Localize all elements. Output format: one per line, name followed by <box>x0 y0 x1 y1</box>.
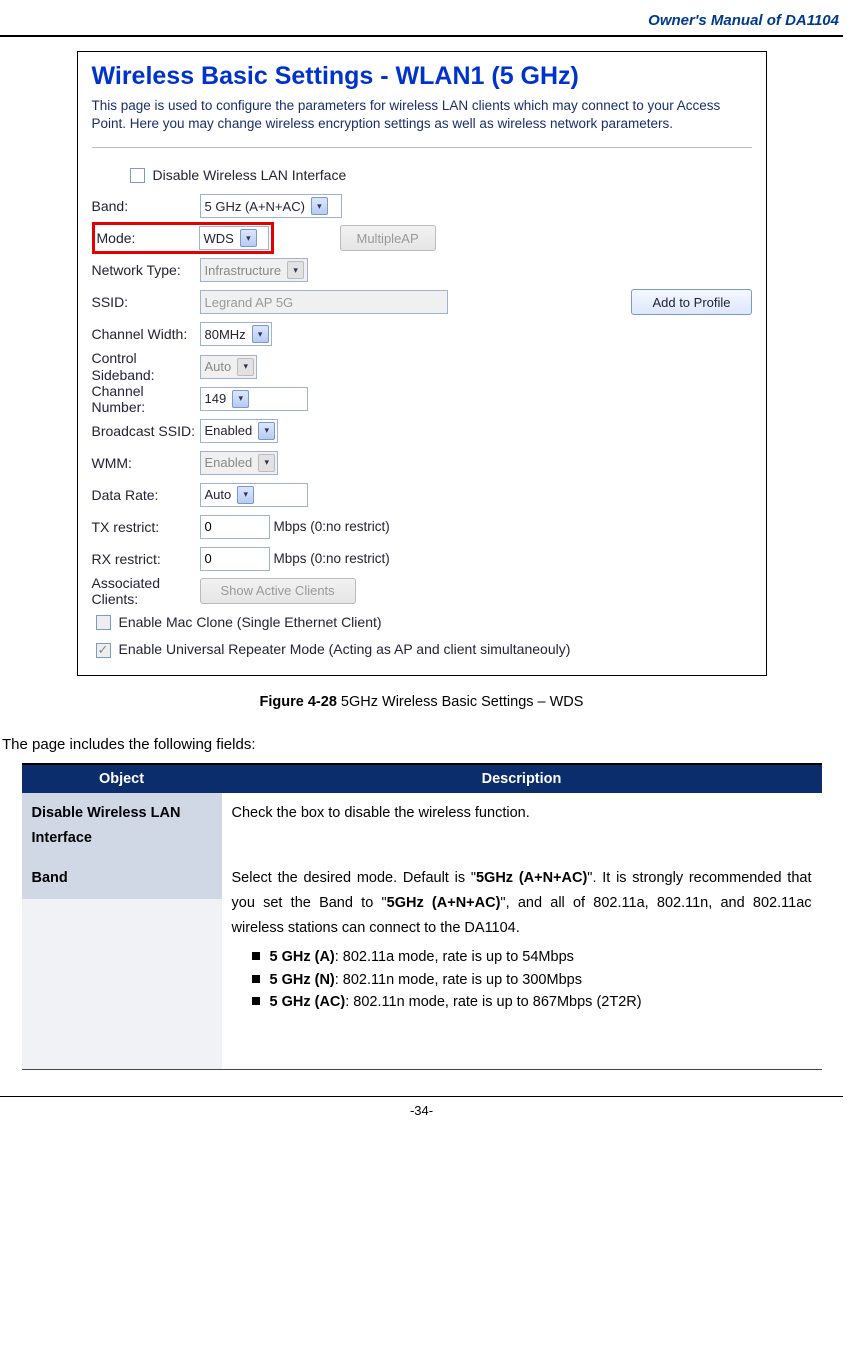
rx-label: RX restrict: <box>92 551 200 567</box>
tx-label: TX restrict: <box>92 519 200 535</box>
chevron-down-icon: ▾ <box>252 325 269 343</box>
chwidth-select[interactable]: 80MHz ▾ <box>200 322 272 346</box>
mode-value: WDS <box>204 231 234 246</box>
obj-band: Band <box>22 858 222 899</box>
tx-input[interactable] <box>200 515 270 539</box>
settings-screenshot: Wireless Basic Settings - WLAN1 (5 GHz) … <box>77 51 767 676</box>
add-to-profile-button[interactable]: Add to Profile <box>631 289 751 315</box>
rx-unit: Mbps (0:no restrict) <box>274 551 390 566</box>
mode-select[interactable]: WDS ▾ <box>199 226 269 250</box>
bssid-select[interactable]: Enabled ▾ <box>200 419 279 443</box>
wmm-select: Enabled ▾ <box>200 451 279 475</box>
chwidth-label: Channel Width: <box>92 326 200 342</box>
band-value: 5 GHz (A+N+AC) <box>205 199 305 214</box>
chwidth-value: 80MHz <box>205 327 246 342</box>
desc-disable-wlan: Check the box to disable the wireless fu… <box>222 793 822 858</box>
assoc-label: Associated Clients: <box>92 575 200 607</box>
macclone-label: Enable Mac Clone (Single Ethernet Client… <box>119 614 382 630</box>
ssid-input[interactable] <box>200 290 448 314</box>
wmm-value: Enabled <box>205 455 253 470</box>
disable-wlan-label: Disable Wireless LAN Interface <box>153 167 347 183</box>
page-number: -34- <box>0 1096 843 1118</box>
figure-caption: Figure 4-28 5GHz Wireless Basic Settings… <box>0 694 843 710</box>
panel-intro: This page is used to configure the param… <box>92 97 752 133</box>
col-description: Description <box>222 764 822 793</box>
bullet-5ghz-a: 5 GHz (A): 802.11a mode, rate is up to 5… <box>252 946 812 968</box>
nettype-label: Network Type: <box>92 262 200 278</box>
field-description-table: Object Description Disable Wireless LAN … <box>22 763 822 1070</box>
chevron-down-icon: ▾ <box>237 358 254 376</box>
datarate-value: Auto <box>205 487 232 502</box>
urepeater-checkbox <box>96 643 111 658</box>
chnum-select[interactable]: 149 ▾ <box>200 387 308 411</box>
datarate-label: Data Rate: <box>92 487 200 503</box>
bssid-label: Broadcast SSID: <box>92 423 200 439</box>
ctrlsb-value: Auto <box>205 359 232 374</box>
bullet-5ghz-n: 5 GHz (N): 802.11n mode, rate is up to 3… <box>252 969 812 991</box>
figure-number: Figure 4-28 <box>260 694 337 710</box>
obj-band-spacer <box>22 899 222 1069</box>
ctrlsb-select: Auto ▾ <box>200 355 258 379</box>
nettype-value: Infrastructure <box>205 263 282 278</box>
desc-band: Select the desired mode. Default is "5GH… <box>222 858 822 1069</box>
nettype-select: Infrastructure ▾ <box>200 258 308 282</box>
chevron-down-icon: ▾ <box>311 197 328 215</box>
chnum-value: 149 <box>205 391 227 406</box>
mode-label: Mode: <box>97 230 199 246</box>
chevron-down-icon: ▾ <box>258 454 275 472</box>
ctrlsb-label: Control Sideband: <box>92 350 200 382</box>
desc-band-b2: 5GHz (A+N+AC) <box>387 895 501 911</box>
divider <box>92 147 752 148</box>
obj-disable-wlan: Disable Wireless LAN Interface <box>22 793 222 858</box>
lead-in-text: The page includes the following fields: <box>2 736 843 753</box>
datarate-select[interactable]: Auto ▾ <box>200 483 308 507</box>
chevron-down-icon: ▾ <box>240 229 257 247</box>
multiple-ap-button[interactable]: MultipleAP <box>340 225 436 251</box>
wmm-label: WMM: <box>92 455 200 471</box>
chevron-down-icon: ▾ <box>232 390 249 408</box>
urepeater-label: Enable Universal Repeater Mode (Acting a… <box>119 641 571 657</box>
panel-title: Wireless Basic Settings - WLAN1 (5 GHz) <box>92 62 752 91</box>
manual-header: Owner's Manual of DA1104 <box>0 12 843 37</box>
desc-band-b1: 5GHz (A+N+AC) <box>476 870 587 886</box>
macclone-checkbox <box>96 615 111 630</box>
tx-unit: Mbps (0:no restrict) <box>274 519 390 534</box>
chevron-down-icon: ▾ <box>258 422 275 440</box>
rx-input[interactable] <box>200 547 270 571</box>
chevron-down-icon: ▾ <box>287 261 304 279</box>
desc-band-pre: Select the desired mode. Default is " <box>232 870 476 886</box>
disable-wlan-checkbox[interactable] <box>130 168 145 183</box>
col-object: Object <box>22 764 222 793</box>
show-active-clients-button[interactable]: Show Active Clients <box>200 578 356 604</box>
chevron-down-icon: ▾ <box>237 486 254 504</box>
chnum-label: Channel Number: <box>92 383 200 415</box>
band-select[interactable]: 5 GHz (A+N+AC) ▾ <box>200 194 342 218</box>
band-label: Band: <box>92 198 200 214</box>
bssid-value: Enabled <box>205 423 253 438</box>
ssid-label: SSID: <box>92 294 200 310</box>
bullet-5ghz-ac: 5 GHz (AC): 802.11n mode, rate is up to … <box>252 991 812 1013</box>
figure-text: 5GHz Wireless Basic Settings – WDS <box>337 694 584 710</box>
